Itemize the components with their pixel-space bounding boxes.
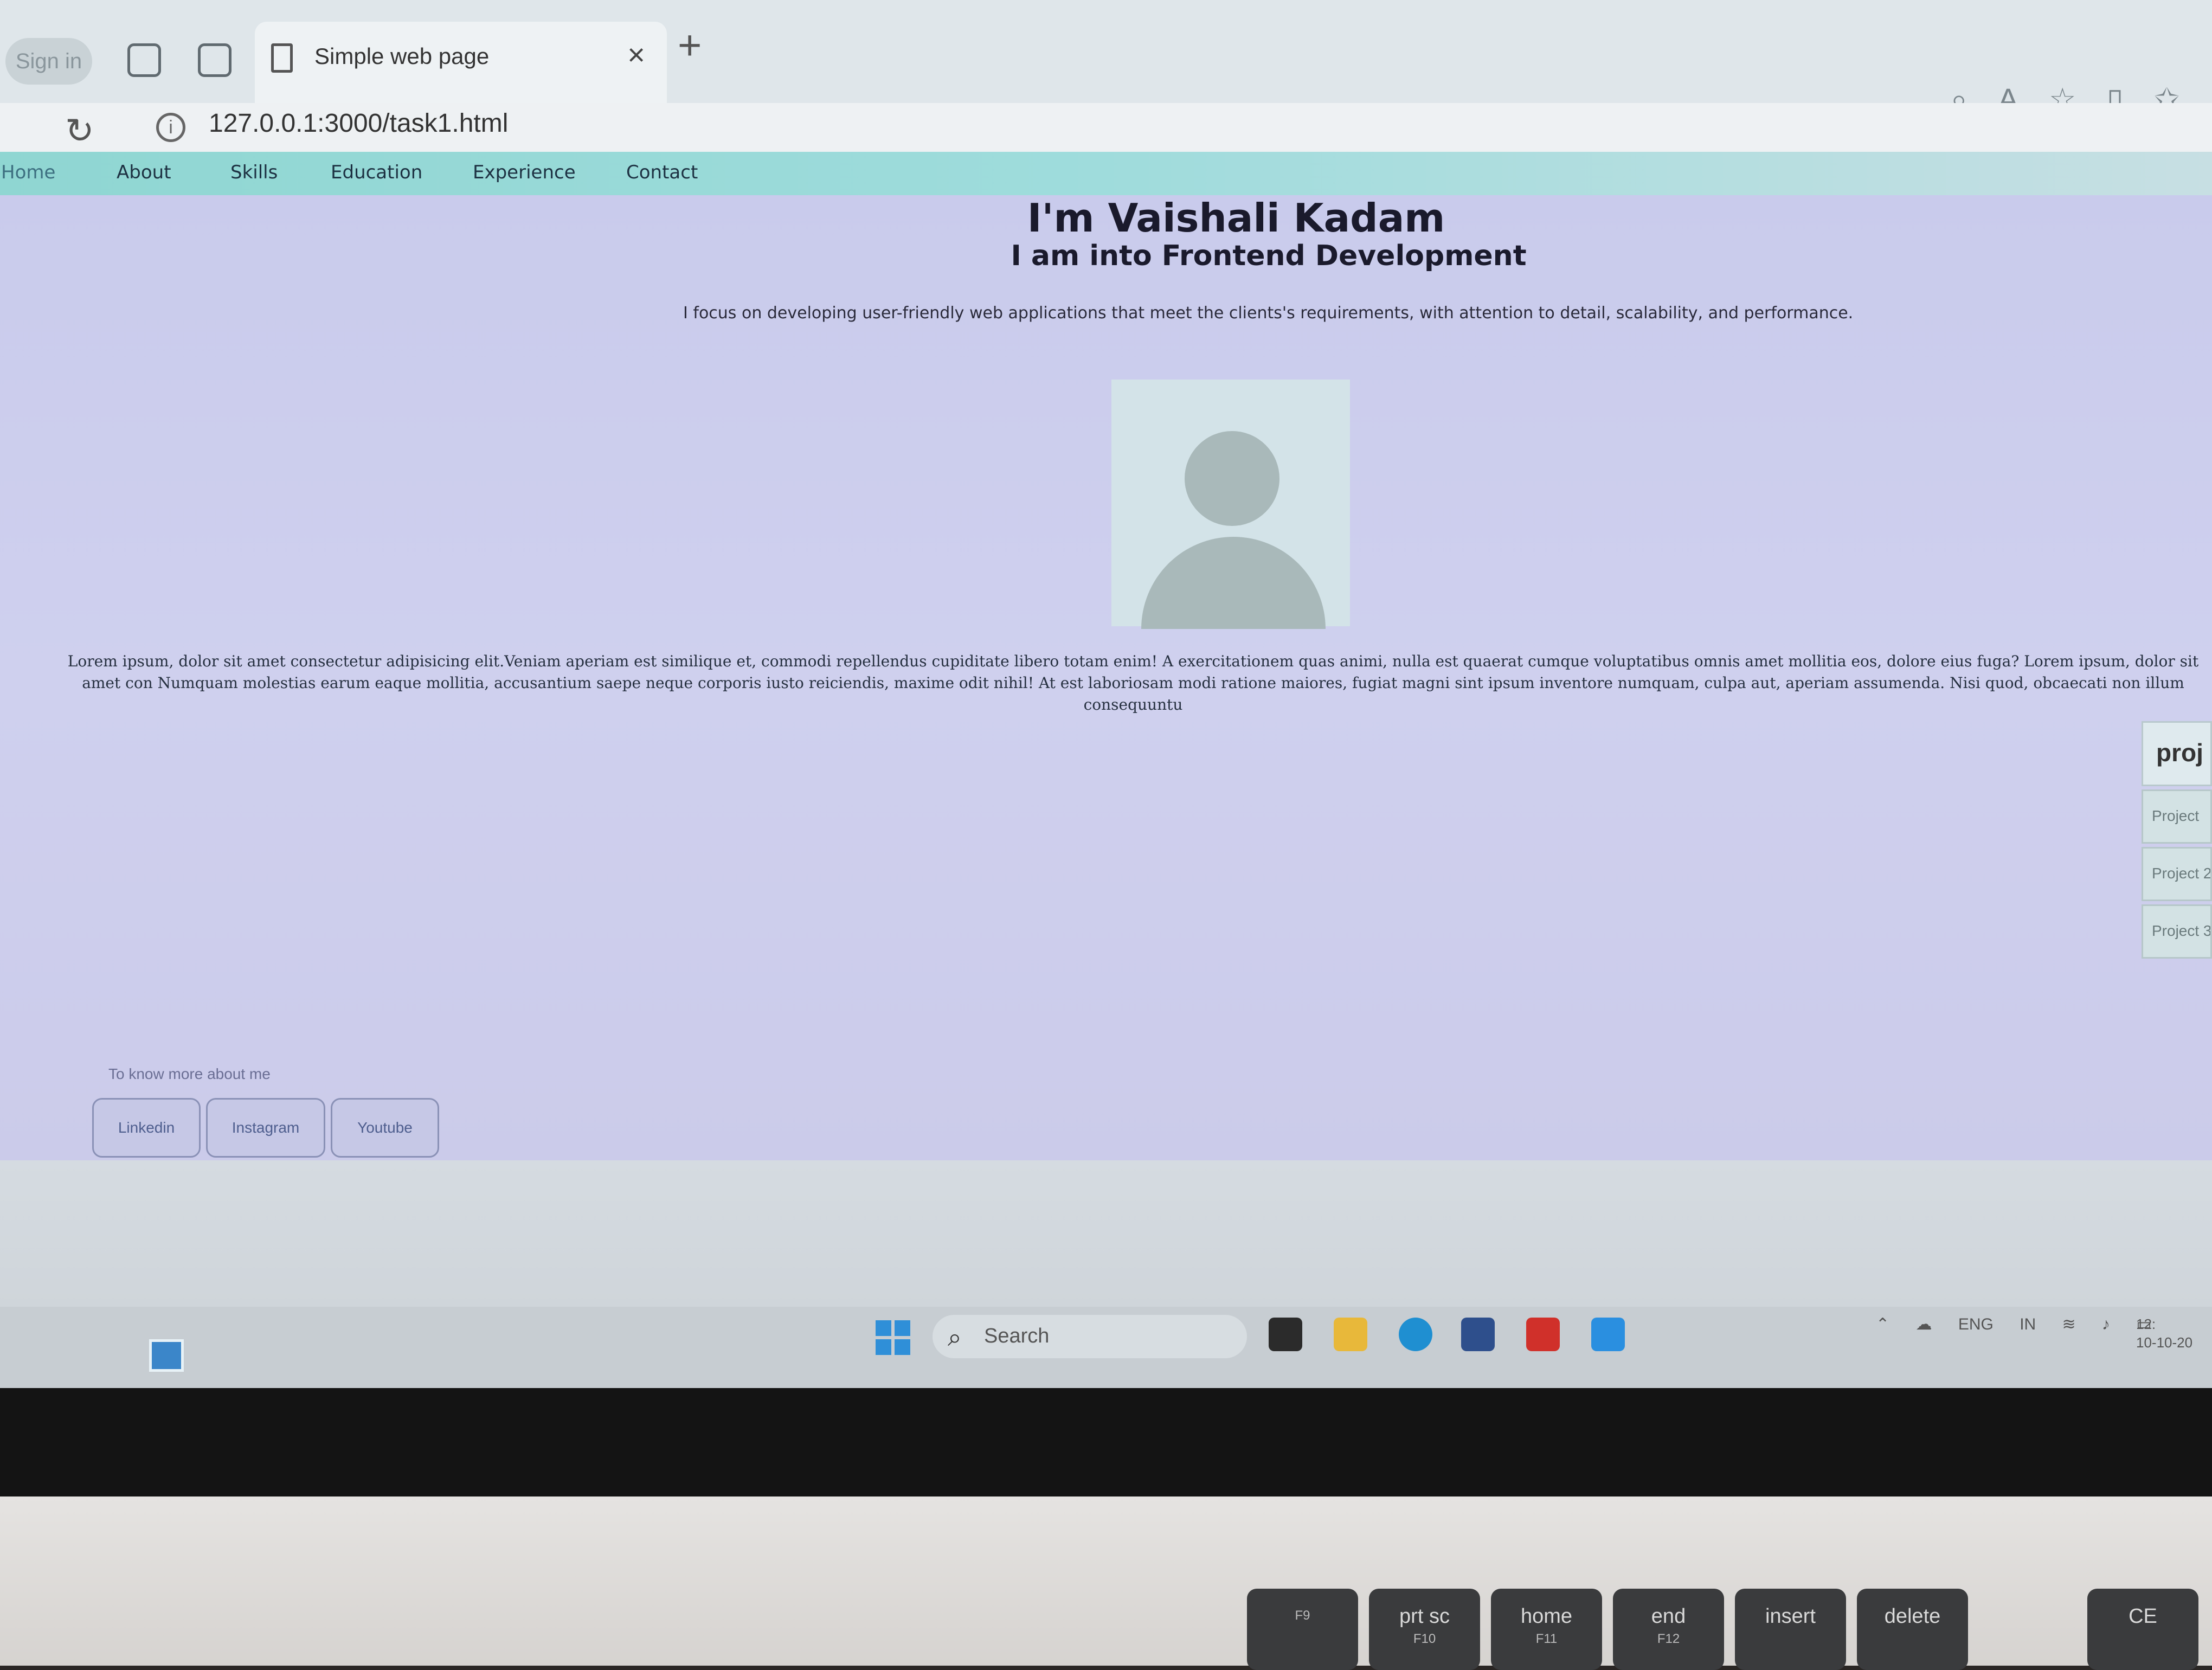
page-footer-area bbox=[0, 1160, 2212, 1307]
store-app-icon[interactable] bbox=[1461, 1318, 1495, 1351]
volume-icon[interactable]: ♪ bbox=[2102, 1315, 2110, 1333]
search-placeholder: Search bbox=[984, 1325, 1050, 1347]
social-caption: To know more about me bbox=[108, 1065, 271, 1082]
region-indicator: IN bbox=[2020, 1315, 2036, 1333]
clock-time: 12: bbox=[2136, 1316, 2156, 1332]
project-item[interactable]: Project 2 bbox=[2142, 847, 2212, 901]
cloud-icon[interactable]: ☁ bbox=[1915, 1315, 1932, 1333]
workspaces-icon[interactable] bbox=[127, 43, 161, 77]
tab-actions-icon[interactable] bbox=[198, 43, 232, 77]
reload-icon[interactable]: ↻ bbox=[65, 111, 94, 151]
search-icon: ⌕ bbox=[948, 1323, 962, 1351]
nav-education[interactable]: Education bbox=[331, 162, 422, 183]
key-delete[interactable]: delete bbox=[1857, 1589, 1968, 1670]
key-home[interactable]: home F11 bbox=[1491, 1589, 1602, 1670]
site-navbar: Home About Skills Education Experience C… bbox=[0, 152, 2212, 195]
nav-experience[interactable]: Experience bbox=[473, 162, 576, 183]
url-field[interactable]: 127.0.0.1:3000/task1.html bbox=[209, 108, 508, 138]
terminal-app-icon[interactable] bbox=[1269, 1318, 1302, 1351]
widgets-icon[interactable] bbox=[149, 1339, 184, 1372]
taskbar: ⌕ Search ⌃ ☁ ENG IN ≋ ♪ ▭ 12: 10-10-20 bbox=[0, 1307, 2212, 1388]
chevron-up-icon[interactable]: ⌃ bbox=[1876, 1315, 1889, 1333]
key-insert[interactable]: insert bbox=[1735, 1589, 1846, 1670]
key-f9[interactable]: F9 bbox=[1247, 1589, 1358, 1670]
browser-tab-strip: Sign in Simple web page × + ⌕ A ☆ ▯ ✩ bbox=[0, 0, 2212, 116]
key-prtsc[interactable]: prt sc F10 bbox=[1369, 1589, 1480, 1670]
avatar-placeholder bbox=[1111, 380, 1350, 629]
tab-simple-web-page[interactable]: Simple web page × bbox=[255, 22, 667, 103]
about-paragraph: Lorem ipsum, dolor sit amet consectetur … bbox=[67, 652, 2199, 714]
hero-role: I am into Frontend Development bbox=[1011, 240, 1527, 272]
project-item[interactable]: Project 3 bbox=[2142, 904, 2212, 959]
system-tray: ⌃ ☁ ENG IN ≋ ♪ ▭ bbox=[1876, 1315, 2174, 1334]
address-bar: ↻ i 127.0.0.1:3000/task1.html bbox=[0, 103, 2212, 152]
hero-name: I'm Vaishali Kadam bbox=[1027, 195, 1445, 241]
windows-start-icon[interactable] bbox=[876, 1320, 910, 1355]
new-tab-button[interactable]: + bbox=[678, 22, 702, 69]
projects-title: proj bbox=[2142, 721, 2212, 786]
wifi-icon[interactable]: ≋ bbox=[2062, 1315, 2076, 1333]
clock-date: 10-10-20 bbox=[2136, 1334, 2193, 1351]
instagram-button[interactable]: Instagram bbox=[206, 1098, 325, 1158]
file-explorer-icon[interactable] bbox=[1334, 1318, 1367, 1351]
key-ce[interactable]: CE bbox=[2087, 1589, 2198, 1670]
language-indicator[interactable]: ENG bbox=[1958, 1315, 1994, 1333]
nav-skills[interactable]: Skills bbox=[230, 162, 278, 183]
document-icon bbox=[271, 43, 293, 73]
edge-browser-icon[interactable] bbox=[1399, 1318, 1432, 1351]
vscode-app-icon[interactable] bbox=[1591, 1318, 1625, 1351]
projects-panel: proj Project Project 2 Project 3 bbox=[2142, 721, 2212, 959]
sign-in-button[interactable]: Sign in bbox=[5, 38, 92, 85]
avatar-head-icon bbox=[1185, 431, 1279, 526]
tab-title: Simple web page bbox=[314, 43, 490, 69]
nav-contact[interactable]: Contact bbox=[626, 162, 698, 183]
screen: Sign in Simple web page × + ⌕ A ☆ ▯ ✩ ↻ … bbox=[0, 0, 2212, 1388]
key-end[interactable]: end F12 bbox=[1613, 1589, 1724, 1670]
nav-about[interactable]: About bbox=[117, 162, 171, 183]
youtube-button[interactable]: Youtube bbox=[331, 1098, 439, 1158]
nav-home[interactable]: Home bbox=[1, 162, 55, 183]
linkedin-button[interactable]: Linkedin bbox=[92, 1098, 201, 1158]
taskbar-search[interactable]: ⌕ Search bbox=[933, 1315, 1247, 1358]
avatar-body-icon bbox=[1141, 537, 1326, 629]
close-tab-icon[interactable]: × bbox=[627, 37, 645, 72]
hero-description: I focus on developing user-friendly web … bbox=[683, 304, 1854, 323]
laptop-bezel: Sign in Simple web page × + ⌕ A ☆ ▯ ✩ ↻ … bbox=[0, 0, 2212, 1496]
site-info-icon[interactable]: i bbox=[156, 113, 185, 142]
project-item[interactable]: Project bbox=[2142, 789, 2212, 844]
clock[interactable]: 12: 10-10-20 bbox=[2136, 1315, 2192, 1352]
mcafee-app-icon[interactable] bbox=[1526, 1318, 1560, 1351]
page-content: I'm Vaishali Kadam I am into Frontend De… bbox=[0, 195, 2212, 1160]
